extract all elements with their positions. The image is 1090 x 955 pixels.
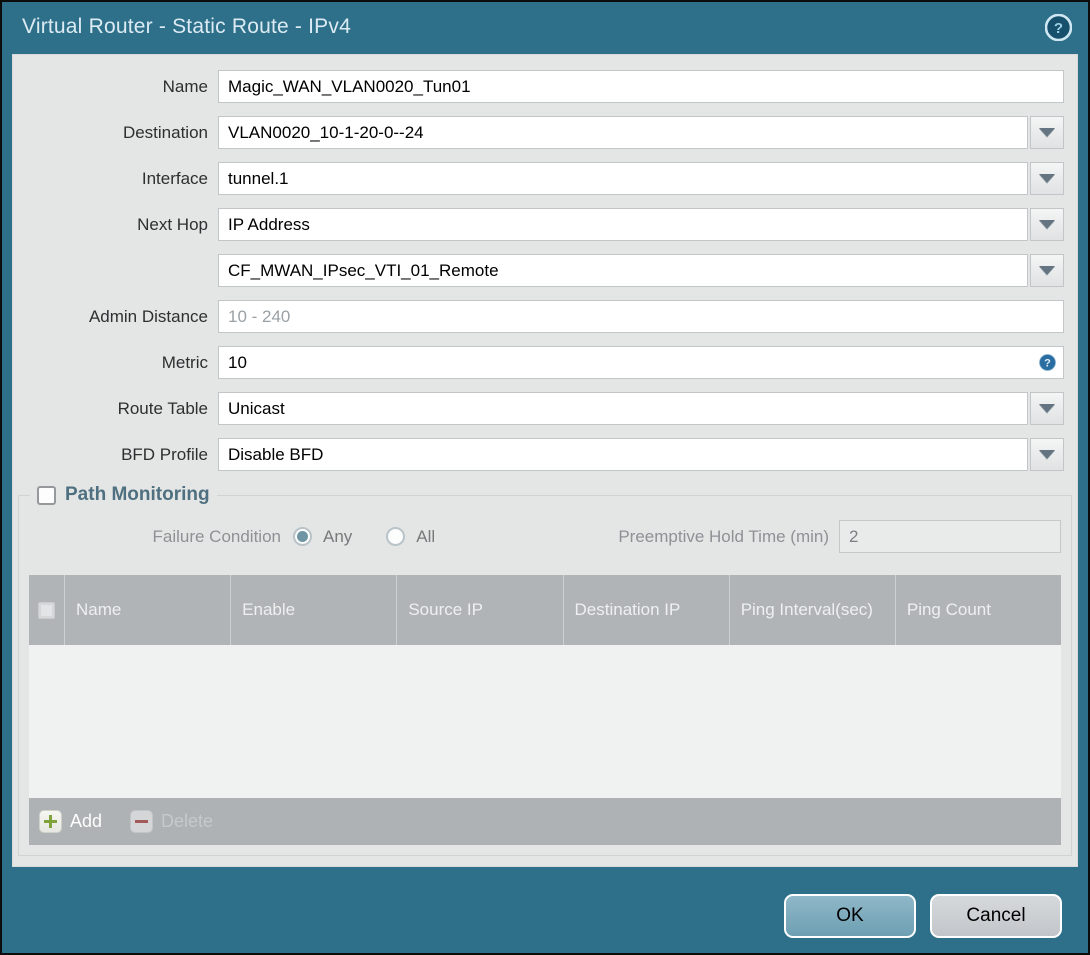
chevron-down-icon [1039,266,1055,275]
path-monitoring-legend: Path Monitoring [30,484,217,506]
column-header-name[interactable]: Name [64,575,230,645]
minus-icon [130,810,154,833]
metric-row: Metric ? [20,346,1064,379]
route-form: Name Destination Interface [12,54,1078,471]
admin-distance-input[interactable] [218,300,1064,333]
chevron-down-icon [1039,220,1055,229]
select-all-checkbox[interactable] [38,601,55,619]
failure-condition-label: Failure Condition [152,526,281,546]
help-icon[interactable]: ? [1039,354,1056,371]
static-route-dialog: Virtual Router - Static Route - IPv4 ? N… [0,0,1090,955]
interface-dropdown-button[interactable] [1030,162,1064,195]
failure-condition-any-option[interactable]: Any [293,527,352,547]
next-hop-address-row [20,254,1064,287]
chevron-down-icon [1039,450,1055,459]
destination-dropdown-button[interactable] [1030,116,1064,149]
destination-label: Destination [122,122,208,142]
metric-label: Metric [161,352,208,372]
route-table-row: Route Table [20,392,1064,425]
admin-distance-row: Admin Distance [20,300,1064,333]
preemptive-hold-time-label: Preemptive Hold Time (min) [618,526,829,546]
chevron-down-icon [1039,128,1055,137]
bfd-profile-row: BFD Profile [20,438,1064,471]
column-header-enable[interactable]: Enable [230,575,396,645]
route-table-input[interactable] [218,392,1028,425]
next-hop-address-dropdown-button[interactable] [1030,254,1064,287]
radio-any-label: Any [323,526,353,546]
bfd-profile-label: BFD Profile [121,444,208,464]
next-hop-type-input[interactable] [218,208,1028,241]
next-hop-row: Next Hop [20,208,1064,241]
delete-button[interactable]: Delete [130,810,213,833]
column-header-source-ip[interactable]: Source IP [396,575,562,645]
destination-row: Destination [20,116,1064,149]
add-button[interactable]: Add [39,810,102,833]
name-row: Name [20,70,1064,103]
dialog-titlebar: Virtual Router - Static Route - IPv4 ? [2,2,1088,52]
svg-text:?: ? [1054,20,1063,37]
radio-any[interactable] [293,527,312,546]
add-button-label: Add [70,811,103,831]
destination-input[interactable] [218,116,1028,149]
ok-button[interactable]: OK [784,894,916,938]
next-hop-type-dropdown-button[interactable] [1030,208,1064,241]
path-monitoring-checkbox[interactable] [37,485,56,505]
select-all-cell [29,575,64,645]
table-header: Name Enable Source IP Destination IP Pin… [29,575,1061,645]
path-monitoring-title: Path Monitoring [65,484,210,505]
route-table-label: Route Table [117,398,208,418]
next-hop-label: Next Hop [137,214,208,234]
help-icon[interactable]: ? [1044,13,1073,41]
admin-distance-label: Admin Distance [88,306,208,326]
column-header-destination-ip[interactable]: Destination IP [562,575,729,645]
chevron-down-icon [1039,174,1055,183]
chevron-down-icon [1039,404,1055,413]
route-table-dropdown-button[interactable] [1030,392,1064,425]
preemptive-hold-time-group: Preemptive Hold Time (min) [618,520,1061,553]
failure-condition-all-option[interactable]: All [386,527,435,547]
path-monitoring-table: Name Enable Source IP Destination IP Pin… [29,575,1061,845]
dialog-content: Name Destination Interface [12,54,1078,867]
plus-icon [39,810,62,833]
column-header-ping-interval[interactable]: Ping Interval(sec) [728,575,895,645]
table-toolbar: Add Delete [29,798,1061,845]
radio-all[interactable] [386,527,406,546]
bfd-profile-dropdown-button[interactable] [1030,438,1064,471]
interface-row: Interface [20,162,1064,195]
column-header-ping-count[interactable]: Ping Count [894,575,1061,645]
name-input[interactable] [218,70,1064,103]
failure-condition-row: Failure Condition Any All Preemptive Hol… [29,520,1061,553]
svg-text:?: ? [1044,358,1051,370]
interface-input[interactable] [218,162,1028,195]
dialog-title: Virtual Router - Static Route - IPv4 [22,15,351,38]
name-label: Name [162,76,208,96]
path-monitoring-section: Path Monitoring Failure Condition Any Al… [18,484,1072,856]
interface-label: Interface [141,168,208,188]
dialog-buttons: OK Cancel [784,894,1062,938]
cancel-button[interactable]: Cancel [930,894,1062,938]
bfd-profile-input[interactable] [218,438,1028,471]
next-hop-address-input[interactable] [218,254,1028,287]
preemptive-hold-time-input[interactable] [839,520,1061,553]
table-body-empty [29,645,1061,798]
metric-input[interactable] [218,346,1064,379]
delete-button-label: Delete [161,811,214,831]
radio-all-label: All [416,526,436,546]
